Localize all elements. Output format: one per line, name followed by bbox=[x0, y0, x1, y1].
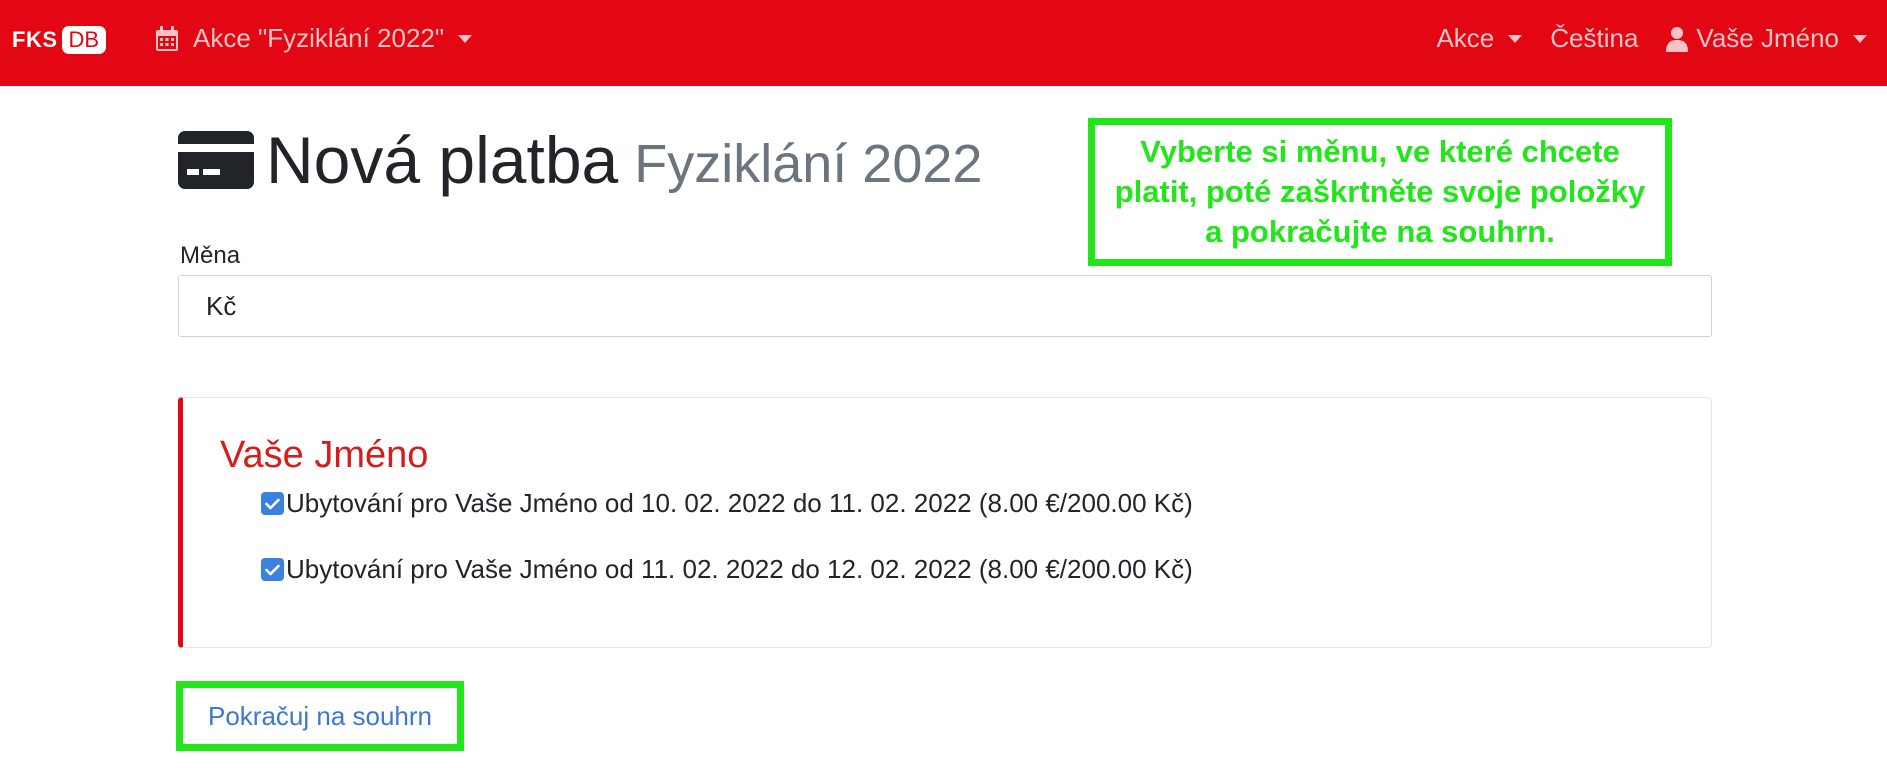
chevron-down-icon bbox=[458, 34, 473, 43]
page-heading: Nová platba Fyziklání 2022 bbox=[178, 122, 982, 198]
user-menu-dropdown[interactable]: Vaše Jméno bbox=[1666, 23, 1867, 54]
top-navbar: FKS DB Akce "Fyziklání 2022" Akce Češtin… bbox=[0, 0, 1887, 86]
person-name: Vaše Jméno bbox=[220, 434, 429, 476]
akce-menu-label: Akce bbox=[1436, 23, 1495, 53]
akce-menu-dropdown[interactable]: Akce bbox=[1436, 23, 1523, 54]
navbar-right: Akce Čeština Vaše Jméno bbox=[1408, 23, 1867, 54]
language-label: Čeština bbox=[1550, 23, 1639, 53]
chevron-down-icon bbox=[1853, 34, 1867, 43]
brand-logo[interactable]: FKS DB bbox=[12, 26, 107, 54]
user-icon bbox=[1666, 26, 1689, 52]
credit-card-icon bbox=[178, 131, 254, 189]
user-name-label: Vaše Jméno bbox=[1696, 23, 1839, 53]
language-link[interactable]: Čeština bbox=[1550, 23, 1638, 54]
payment-item-label: Ubytování pro Vaše Jméno od 11. 02. 2022… bbox=[286, 554, 1193, 584]
payment-item-checkbox[interactable] bbox=[261, 558, 284, 581]
brand-db-badge: DB bbox=[61, 26, 107, 54]
event-selector-dropdown[interactable]: Akce "Fyziklání 2022" bbox=[155, 23, 473, 54]
calendar-icon bbox=[156, 25, 178, 51]
event-selector-label: Akce "Fyziklání 2022" bbox=[193, 23, 445, 53]
payment-item-label: Ubytování pro Vaše Jméno od 10. 02. 2022… bbox=[286, 488, 1193, 518]
continue-to-summary-link[interactable]: Pokračuj na souhrn bbox=[208, 701, 432, 732]
chevron-down-icon bbox=[1508, 34, 1523, 43]
instruction-callout: Vyberte si měnu, ve které chcete platit,… bbox=[1088, 118, 1672, 266]
brand-fks-text: FKS bbox=[12, 27, 58, 52]
instruction-text: Vyberte si měnu, ve které chcete platit,… bbox=[1114, 134, 1646, 249]
currency-selected-value: Kč bbox=[206, 290, 237, 321]
payment-item-row[interactable]: Ubytování pro Vaše Jméno od 10. 02. 2022… bbox=[261, 488, 1193, 519]
continue-highlight: Pokračuj na souhrn bbox=[176, 681, 464, 751]
page-title: Nová platba bbox=[266, 123, 619, 197]
currency-label: Měna bbox=[180, 242, 241, 269]
currency-select[interactable]: Kč bbox=[178, 275, 1712, 337]
checkmark-icon bbox=[265, 498, 280, 509]
page-subtitle: Fyziklání 2022 bbox=[634, 134, 983, 194]
payment-item-checkbox[interactable] bbox=[261, 492, 284, 515]
payment-item-row[interactable]: Ubytování pro Vaše Jméno od 11. 02. 2022… bbox=[261, 554, 1193, 585]
checkmark-icon bbox=[265, 564, 280, 575]
person-card: Vaše Jméno Ubytování pro Vaše Jméno od 1… bbox=[178, 397, 1712, 648]
